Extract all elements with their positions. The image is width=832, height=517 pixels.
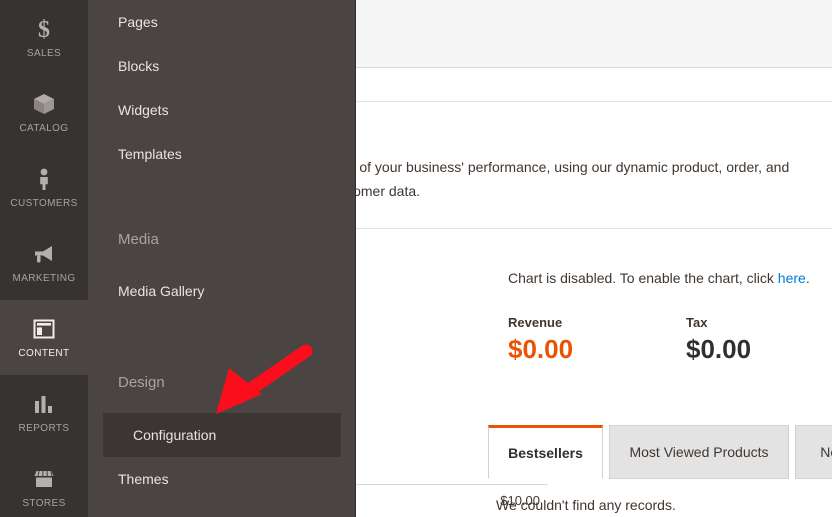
chart-notice-suffix: . <box>805 270 810 286</box>
person-icon <box>31 166 57 192</box>
submenu-section-media: Media <box>118 230 159 248</box>
rail-item-label: SALES <box>26 48 62 59</box>
stat-value: $0.00 <box>508 334 574 364</box>
layout-icon <box>31 316 57 342</box>
stat-value: $0.00 <box>686 334 752 364</box>
tab-bestsellers[interactable]: Bestsellers <box>488 425 603 479</box>
stat-label: Tax <box>686 315 708 330</box>
submenu-item-pages[interactable]: Pages <box>88 0 356 44</box>
admin-sidebar-rail: $ SALES CATALOG CUSTOMERS MARKETING CONTENT RE… <box>0 0 88 517</box>
dollar-icon: $ <box>31 16 57 42</box>
bar-chart-icon <box>31 391 57 417</box>
rail-item-label: MARKETING <box>12 273 76 284</box>
rail-item-label: CONTENT <box>18 348 70 359</box>
enable-chart-link[interactable]: here <box>778 270 806 286</box>
storefront-icon <box>31 466 57 492</box>
svg-text:$: $ <box>38 17 50 41</box>
submenu-item-media-gallery[interactable]: Media Gallery <box>88 269 356 313</box>
submenu-item-blocks[interactable]: Blocks <box>88 44 356 88</box>
dashboard-tabs: BestsellersMost Viewed ProductsNew Custo… <box>488 425 832 517</box>
submenu-item-themes[interactable]: Themes <box>88 457 356 501</box>
rail-item-label: REPORTS <box>18 423 70 434</box>
rail-item-label: CATALOG <box>19 123 69 134</box>
rail-item-catalog[interactable]: CATALOG <box>0 75 88 150</box>
rail-item-reports[interactable]: REPORTS <box>0 375 88 450</box>
stat-label: Revenue <box>508 315 563 330</box>
rail-item-marketing[interactable]: MARKETING <box>0 225 88 300</box>
magento-admin-dashboard: $ SALES CATALOG CUSTOMERS MARKETING CONTENT RE… <box>0 0 832 517</box>
stat-revenue: Revenue $0.00 <box>508 315 573 365</box>
tab-empty-message: We couldn't find any records. <box>496 497 676 513</box>
chart-notice-prefix: Chart is disabled. To enable the chart, … <box>508 270 778 286</box>
megaphone-icon <box>31 241 57 267</box>
rail-item-content[interactable]: CONTENT <box>0 300 88 375</box>
submenu-item-configuration[interactable]: Configuration <box>103 413 341 457</box>
rail-item-customers[interactable]: CUSTOMERS <box>0 150 88 225</box>
submenu-item-templates[interactable]: Templates <box>88 132 356 176</box>
rail-item-label: STORES <box>22 498 66 509</box>
stat-tax: Tax $0.00 <box>686 315 751 365</box>
rail-item-sales[interactable]: $ SALES <box>0 0 88 75</box>
rail-item-stores[interactable]: STORES <box>0 450 88 517</box>
submenu-section-design: Design <box>118 373 165 391</box>
rail-item-label: CUSTOMERS <box>10 198 78 209</box>
box-icon <box>31 91 57 117</box>
submenu-item-widgets[interactable]: Widgets <box>88 88 356 132</box>
tab-most-viewed-products[interactable]: Most Viewed Products <box>609 425 789 479</box>
content-submenu-flyout: Pages Blocks Widgets Templates Media Media Ga… <box>88 0 356 517</box>
chart-disabled-notice: Chart is disabled. To enable the chart, … <box>508 270 810 286</box>
tab-new-customers[interactable]: New Customers <box>795 425 832 479</box>
